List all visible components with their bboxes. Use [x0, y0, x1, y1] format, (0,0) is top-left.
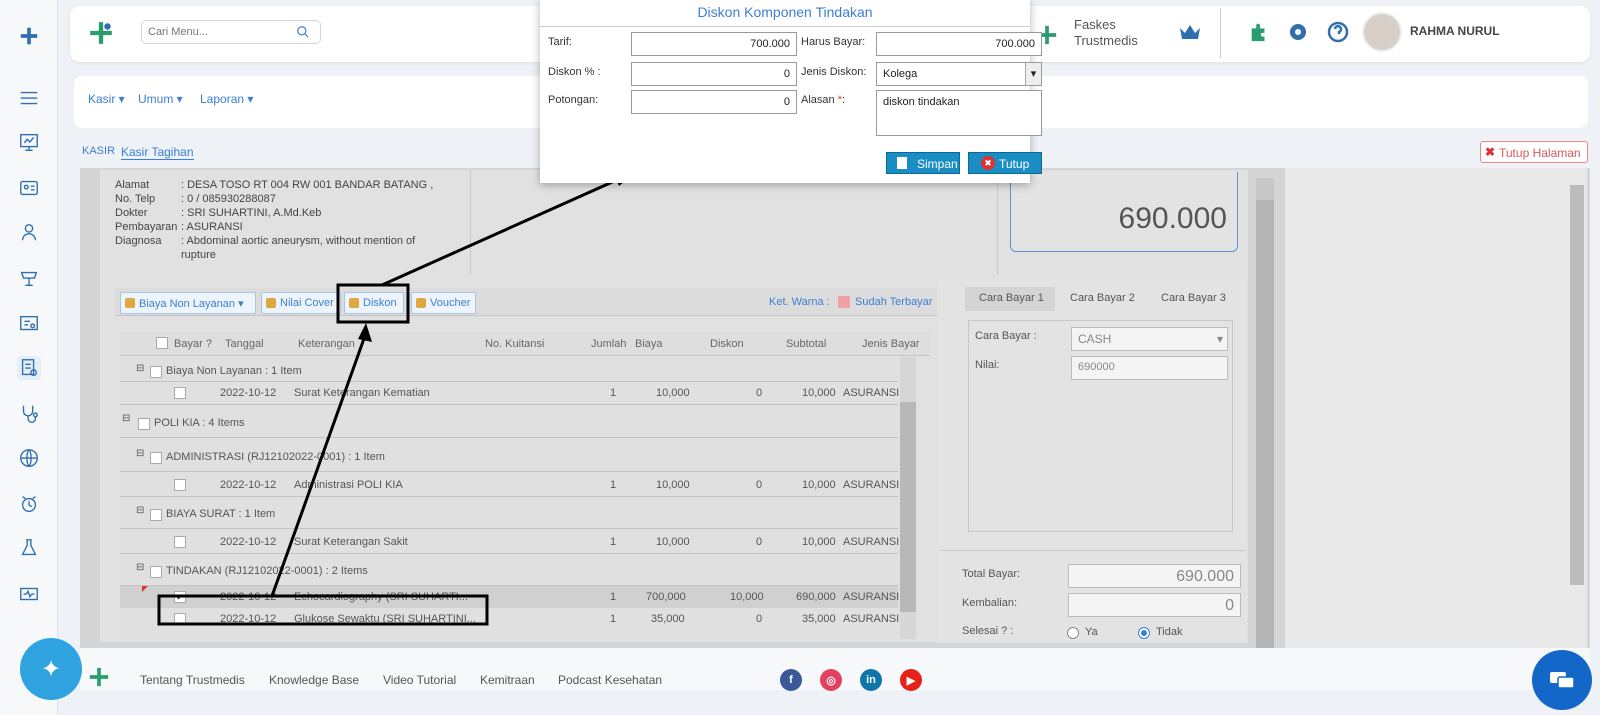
diskon-highlight-box: [336, 283, 410, 324]
arrow-row-to-diskon: [270, 332, 368, 597]
diskon-persen-input[interactable]: 0: [631, 62, 797, 86]
diskon-dialog: Diskon Komponen Tindakan Tarif: 700.000 …: [540, 0, 1042, 183]
row-highlight-box: [157, 594, 489, 626]
arrow-diskon-to-dialog: [381, 173, 629, 287]
tarif-label: Tarif:: [548, 36, 572, 48]
simpan-button[interactable]: Simpan: [886, 152, 960, 174]
potongan-label: Potongan:: [548, 94, 599, 106]
harus-bayar-input[interactable]: 700.000: [876, 32, 1042, 56]
dialog-title-divider: [540, 26, 1030, 27]
diskon-persen-label: Diskon % :: [548, 66, 601, 78]
alasan-textarea[interactable]: diskon tindakan: [876, 90, 1042, 136]
chevron-down-icon[interactable]: ▾: [1025, 63, 1041, 85]
save-icon: [897, 157, 907, 169]
jenis-diskon-select[interactable]: Kolega ▾: [876, 62, 1042, 86]
potongan-input[interactable]: 0: [631, 90, 797, 114]
tutup-button[interactable]: ✖ Tutup: [968, 152, 1042, 174]
dialog-title: Diskon Komponen Tindakan: [697, 4, 873, 20]
arrowhead-1: [358, 323, 372, 342]
tarif-input[interactable]: 700.000: [631, 32, 797, 56]
close-icon: ✖: [981, 156, 995, 170]
harus-bayar-label: Harus Bayar:: [801, 36, 866, 48]
jenis-diskon-label: Jenis Diskon:: [801, 66, 867, 78]
alasan-label: Alasan *:: [801, 94, 846, 106]
